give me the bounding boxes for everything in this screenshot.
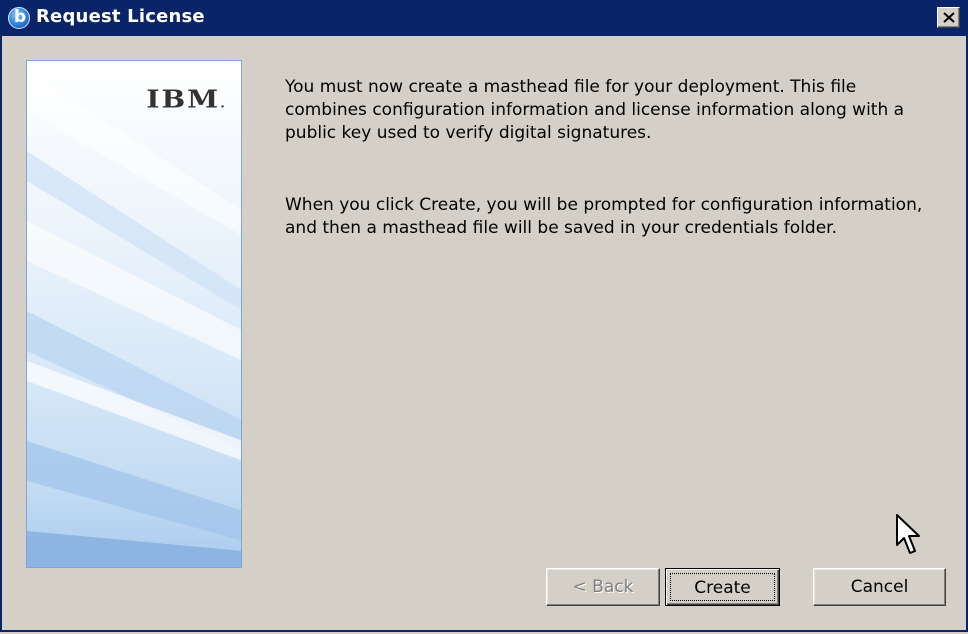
window-title: Request License [36,6,205,27]
banner-streaks [27,71,241,567]
side-banner-image: IBM [26,60,242,568]
create-button-label: Create [670,573,775,601]
close-button[interactable] [937,7,960,28]
instruction-paragraph-1: You must now create a masthead file for … [285,77,905,143]
cancel-button[interactable]: Cancel [813,568,946,606]
ibm-logo: IBM [146,85,225,113]
mouse-pointer-icon [896,514,920,554]
title-bar[interactable]: Request License [0,0,968,36]
request-license-dialog: Request License IBM You must now create … [0,0,968,632]
close-icon [943,12,955,23]
app-icon [8,7,30,29]
back-button[interactable]: < Back [546,568,660,606]
instruction-paragraph-2: When you click Create, you will be promp… [285,195,923,238]
create-button[interactable]: Create [665,568,780,606]
